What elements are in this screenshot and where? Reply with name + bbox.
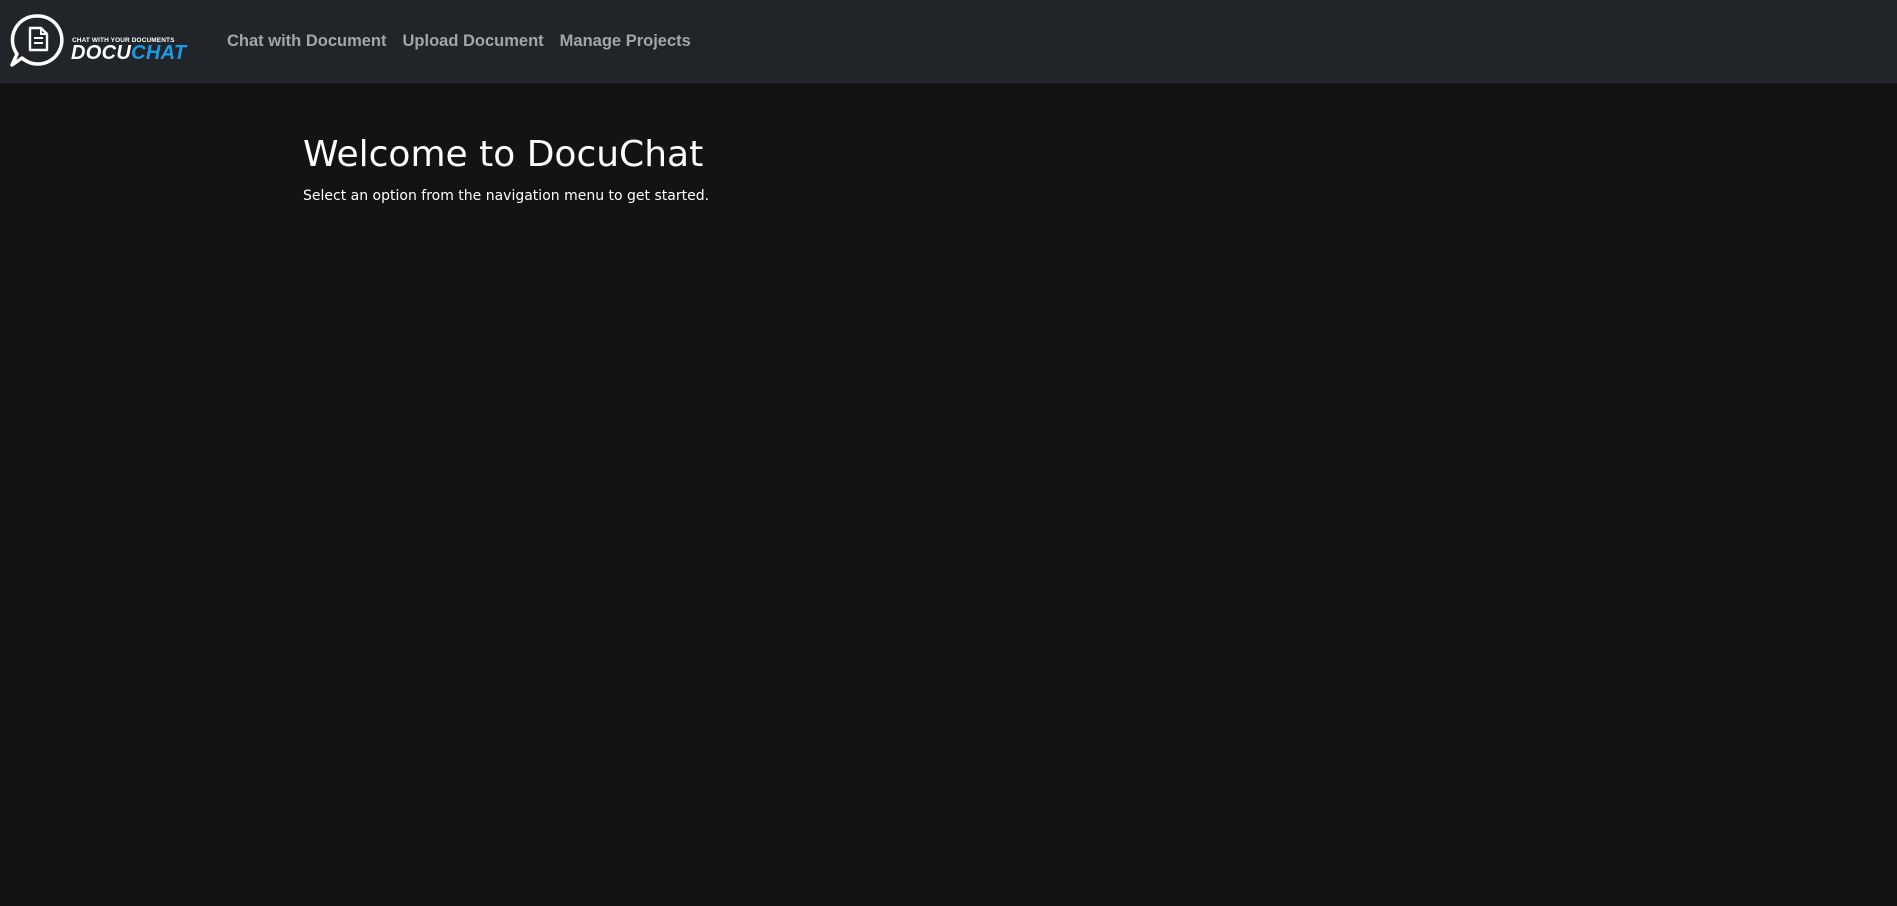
chat-document-icon <box>10 14 64 67</box>
page-title: Welcome to DocuChat <box>303 134 704 175</box>
main-navigation: Chat with Document Upload Document Manag… <box>227 0 691 82</box>
main-content: Welcome to DocuChat Select an option fro… <box>303 130 709 206</box>
docuchat-logo[interactable]: CHAT WITH YOUR DOCUMENTS DOCUCHAT <box>8 12 203 70</box>
logo-word-docu: DOCU <box>71 42 132 64</box>
logo-word-chat: CHAT <box>131 42 187 64</box>
logo-wordmark: DOCUCHAT <box>71 42 186 64</box>
top-navbar: CHAT WITH YOUR DOCUMENTS DOCUCHAT Chat w… <box>0 0 1897 83</box>
page-subtitle: Select an option from the navigation men… <box>303 188 710 204</box>
nav-link-manage-projects[interactable]: Manage Projects <box>560 32 691 51</box>
nav-link-upload-document[interactable]: Upload Document <box>403 32 544 51</box>
nav-link-chat-with-document[interactable]: Chat with Document <box>227 32 387 51</box>
